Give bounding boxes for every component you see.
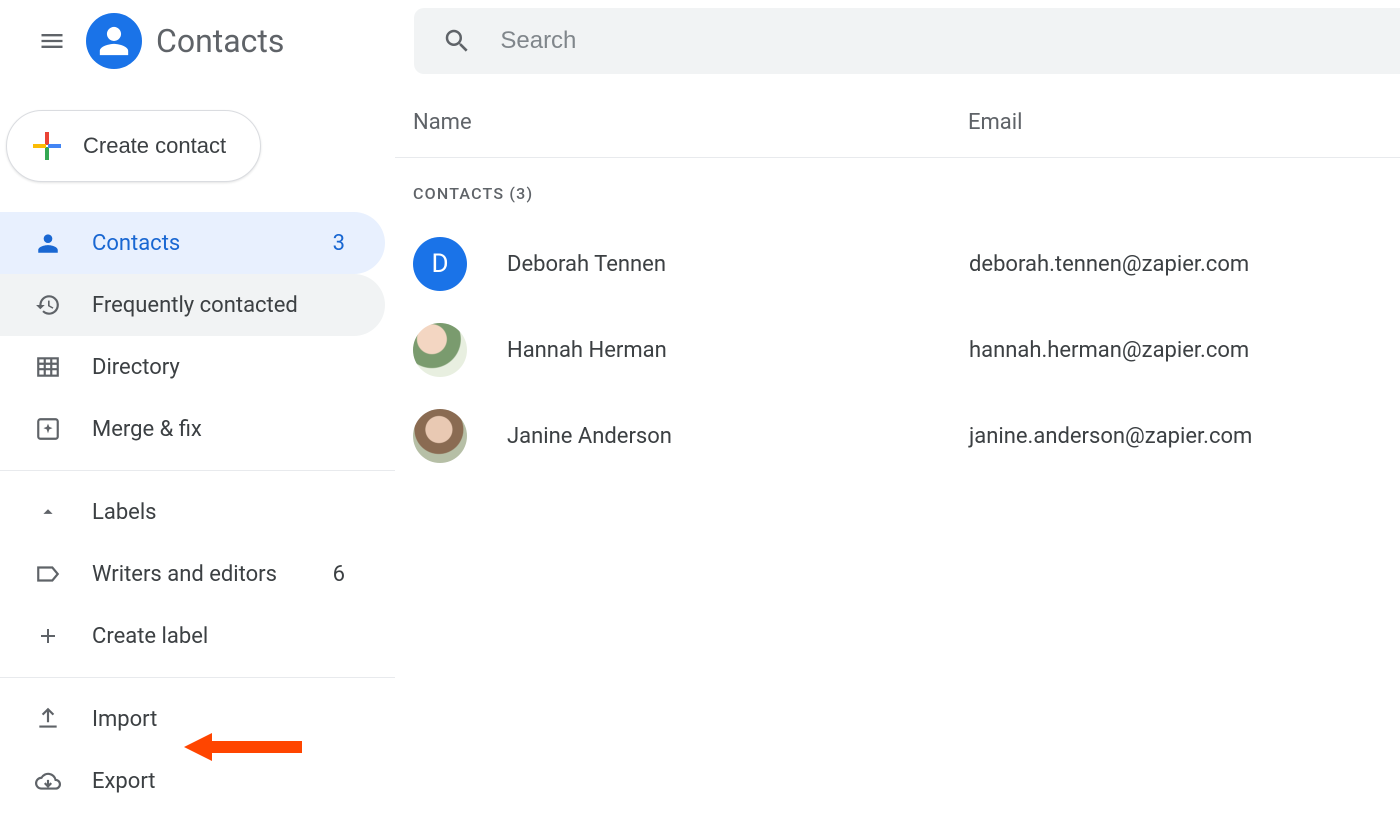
plus-multicolor-icon (29, 128, 65, 164)
sidebar-item-label: Directory (92, 355, 385, 380)
avatar-initial: D (431, 249, 448, 279)
sidebar-label-count: 6 (333, 562, 345, 587)
header: Contacts (0, 0, 1400, 82)
contact-name: Janine Anderson (507, 424, 969, 449)
sidebar-import[interactable]: Import (0, 688, 385, 750)
contacts-section-label: CONTACTS (3) (395, 158, 1400, 221)
avatar (413, 323, 467, 377)
sidebar-item-frequent[interactable]: Frequently contacted (0, 274, 385, 336)
sidebar-label-writers[interactable]: Writers and editors 6 (0, 543, 385, 605)
person-outline-icon (35, 230, 61, 256)
person-icon (97, 24, 131, 58)
contact-row[interactable]: Janine Anderson janine.anderson@zapier.c… (395, 393, 1400, 479)
app-title: Contacts (156, 22, 284, 60)
sidebar: Create contact Contacts 3 Frequently con… (0, 82, 395, 812)
chevron-up-icon (37, 501, 59, 523)
avatar (413, 409, 467, 463)
column-header-email: Email (968, 110, 1022, 135)
history-icon (35, 292, 61, 318)
sidebar-labels-label: Labels (92, 500, 385, 525)
contact-row[interactable]: D Deborah Tennen deborah.tennen@zapier.c… (395, 221, 1400, 307)
avatar: D (413, 237, 467, 291)
contact-email: hannah.herman@zapier.com (969, 338, 1249, 363)
sidebar-item-merge-fix[interactable]: Merge & fix (0, 398, 385, 460)
create-contact-button[interactable]: Create contact (6, 110, 261, 182)
sidebar-create-label-text: Create label (92, 624, 385, 649)
app-logo (86, 13, 142, 69)
directory-icon (35, 354, 61, 380)
contact-row[interactable]: Hannah Herman hannah.herman@zapier.com (395, 307, 1400, 393)
sidebar-item-contacts[interactable]: Contacts 3 (0, 212, 385, 274)
column-headers: Name Email (395, 110, 1400, 158)
main-content: Name Email CONTACTS (3) D Deborah Tennen… (395, 82, 1400, 812)
contact-email: deborah.tennen@zapier.com (969, 252, 1249, 277)
main-menu-button[interactable] (28, 17, 76, 65)
search-icon (442, 26, 472, 56)
hamburger-icon (38, 27, 66, 55)
upload-icon (35, 706, 61, 732)
sidebar-item-directory[interactable]: Directory (0, 336, 385, 398)
sidebar-item-label: Merge & fix (92, 417, 385, 442)
sidebar-item-label: Frequently contacted (92, 293, 385, 318)
sidebar-export[interactable]: Export (0, 750, 385, 812)
cloud-download-icon (35, 768, 61, 794)
sidebar-create-label[interactable]: Create label (0, 605, 385, 667)
search-bar[interactable] (414, 8, 1400, 74)
sparkle-box-icon (35, 416, 61, 442)
search-input[interactable] (500, 27, 1100, 55)
create-contact-label: Create contact (83, 133, 226, 159)
sidebar-item-count: 3 (333, 231, 345, 256)
sidebar-item-label: Contacts (92, 231, 333, 256)
sidebar-label-text: Writers and editors (92, 562, 333, 587)
divider (0, 677, 395, 678)
divider (0, 470, 395, 471)
contact-name: Hannah Herman (507, 338, 969, 363)
plus-icon (36, 624, 60, 648)
sidebar-labels-header[interactable]: Labels (0, 481, 385, 543)
contact-name: Deborah Tennen (507, 252, 969, 277)
contact-email: janine.anderson@zapier.com (969, 424, 1252, 449)
sidebar-export-label: Export (92, 769, 385, 794)
sidebar-import-label: Import (92, 707, 385, 732)
column-header-name: Name (413, 110, 968, 135)
label-icon (35, 561, 61, 587)
